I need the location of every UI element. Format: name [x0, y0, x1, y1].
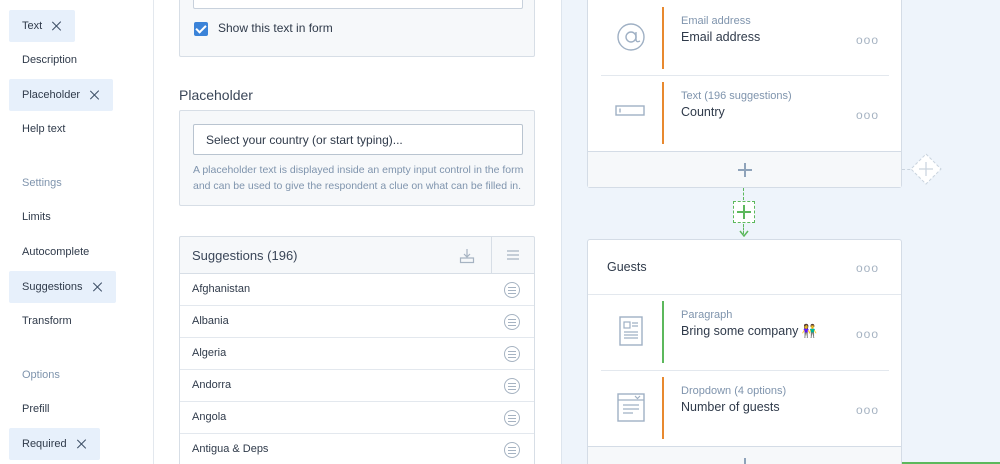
block-title: Guests — [607, 260, 647, 274]
question-type: Paragraph — [681, 309, 733, 321]
sidebar-item-description[interactable]: Description — [9, 44, 90, 76]
question-name: Country — [681, 105, 725, 119]
section-label-settings: Settings — [22, 177, 62, 189]
placeholder-input[interactable]: Select your country (or start typing)... — [193, 124, 523, 155]
section-heading-placeholder: Placeholder — [179, 87, 253, 103]
question-name: Bring some company 👫 — [681, 324, 818, 338]
checkbox-label: Show this text in form — [218, 21, 333, 35]
question-type: Dropdown (4 options) — [681, 385, 787, 397]
suggestions-header: Suggestions (196) — [180, 237, 534, 274]
form-block[interactable]: Email address Email address ooo Text (19… — [587, 0, 902, 188]
text-input[interactable] — [193, 0, 523, 9]
drag-handle-icon[interactable] — [504, 314, 520, 330]
arrow-down-icon — [739, 230, 749, 237]
suggestion-row[interactable]: Antigua & Deps — [180, 434, 534, 464]
add-branch-icon[interactable] — [909, 152, 943, 186]
flow-connector — [743, 188, 744, 200]
close-icon[interactable] — [93, 282, 103, 292]
question-accent-bar — [662, 82, 664, 144]
sidebar-item-limits[interactable]: Limits — [9, 201, 64, 233]
question-name: Email address — [681, 30, 761, 44]
dropdown-icon — [617, 393, 645, 422]
sidebar-item-required[interactable]: Required — [9, 428, 100, 460]
question-country[interactable]: Text (196 suggestions) Country ooo — [601, 76, 889, 152]
add-question-icon[interactable] — [738, 163, 752, 177]
question-type: Email address — [681, 15, 751, 27]
more-options-icon[interactable]: ooo — [856, 108, 879, 122]
more-options-icon[interactable]: ooo — [856, 403, 879, 417]
show-text-checkbox[interactable] — [194, 22, 208, 36]
sidebar-item-label: Text — [22, 20, 43, 32]
insert-block-button[interactable] — [733, 201, 755, 223]
add-question-row[interactable] — [588, 151, 901, 187]
menu-icon[interactable] — [506, 249, 520, 261]
placeholder-help-text: A placeholder text is displayed inside a… — [193, 164, 524, 192]
suggestion-label: Angola — [192, 411, 227, 423]
suggestion-label: Afghanistan — [192, 283, 251, 295]
sidebar-item-label: Description — [22, 54, 78, 66]
more-options-icon[interactable]: ooo — [856, 261, 879, 275]
sidebar-item-placeholder[interactable]: Placeholder — [9, 79, 114, 111]
suggestion-row[interactable]: Afghanistan — [180, 274, 534, 306]
suggestion-row[interactable]: Albania — [180, 306, 534, 338]
suggestion-label: Andorra — [192, 379, 232, 391]
suggestions-card: Suggestions (196) Afghanistan Albania Al… — [179, 236, 535, 464]
sidebar-item-prefill[interactable]: Prefill — [9, 393, 63, 425]
question-type: Text (196 suggestions) — [681, 90, 792, 102]
sidebar-item-text[interactable]: Text — [9, 10, 76, 42]
text-settings-card: Show this text in form — [179, 0, 535, 57]
drag-handle-icon[interactable] — [504, 282, 520, 298]
suggestion-row[interactable]: Andorra — [180, 370, 534, 402]
sidebar-item-label: Transform — [22, 315, 72, 327]
more-options-icon[interactable]: ooo — [856, 327, 879, 341]
text-field-icon — [615, 105, 645, 116]
question-name: Number of guests — [681, 400, 780, 414]
editor-sidebar: Text Description Placeholder Help text S… — [0, 0, 154, 464]
question-dropdown[interactable]: Dropdown (4 options) Number of guests oo… — [601, 371, 889, 447]
sidebar-item-transform[interactable]: Transform — [9, 305, 85, 337]
question-paragraph[interactable]: Paragraph Bring some company 👫 ooo — [601, 295, 889, 371]
close-icon[interactable] — [90, 90, 100, 100]
sidebar-item-label: Limits — [22, 211, 51, 223]
suggestion-row[interactable]: Angola — [180, 402, 534, 434]
placeholder-card: Select your country (or start typing)...… — [179, 110, 535, 206]
section-label-options: Options — [22, 369, 60, 381]
question-accent-bar — [662, 377, 664, 439]
add-question-row[interactable] — [588, 446, 901, 464]
form-canvas: Email address Email address ooo Text (19… — [561, 0, 1000, 464]
drag-handle-icon[interactable] — [504, 378, 520, 394]
properties-panel: Show this text in form Placeholder Selec… — [155, 0, 560, 464]
more-options-icon[interactable]: ooo — [856, 33, 879, 47]
sidebar-item-label: Help text — [22, 123, 66, 135]
sidebar-item-label: Suggestions — [22, 281, 83, 293]
drag-handle-icon[interactable] — [504, 346, 520, 362]
sidebar-item-autocomplete[interactable]: Autocomplete — [9, 236, 102, 268]
close-icon[interactable] — [52, 21, 62, 31]
form-block-guests[interactable]: Guests ooo Paragraph Bring some company … — [587, 239, 902, 464]
add-icon — [737, 205, 751, 219]
question-accent-bar — [662, 301, 664, 363]
sidebar-item-label: Prefill — [22, 403, 50, 415]
add-question-icon[interactable] — [738, 458, 752, 464]
sidebar-item-suggestions[interactable]: Suggestions — [9, 271, 116, 303]
suggestion-row[interactable]: Algeria — [180, 338, 534, 370]
suggestion-label: Algeria — [192, 347, 227, 359]
sidebar-item-label: Placeholder — [22, 89, 81, 101]
question-email[interactable]: Email address Email address ooo — [601, 1, 889, 77]
suggestion-label: Albania — [192, 315, 229, 327]
suggestions-title: Suggestions (196) — [192, 248, 298, 263]
header-divider — [491, 237, 492, 274]
sidebar-item-label: Autocomplete — [22, 246, 90, 258]
import-icon[interactable] — [459, 248, 475, 264]
suggestion-label: Antigua & Deps — [192, 443, 269, 455]
drag-handle-icon[interactable] — [504, 410, 520, 426]
drag-handle-icon[interactable] — [504, 442, 520, 458]
question-accent-bar — [662, 7, 664, 69]
sidebar-item-label: Required — [22, 438, 67, 450]
at-sign-icon — [617, 23, 645, 51]
sidebar-item-help-text[interactable]: Help text — [9, 113, 78, 145]
paragraph-icon — [619, 316, 643, 346]
close-icon[interactable] — [77, 439, 87, 449]
